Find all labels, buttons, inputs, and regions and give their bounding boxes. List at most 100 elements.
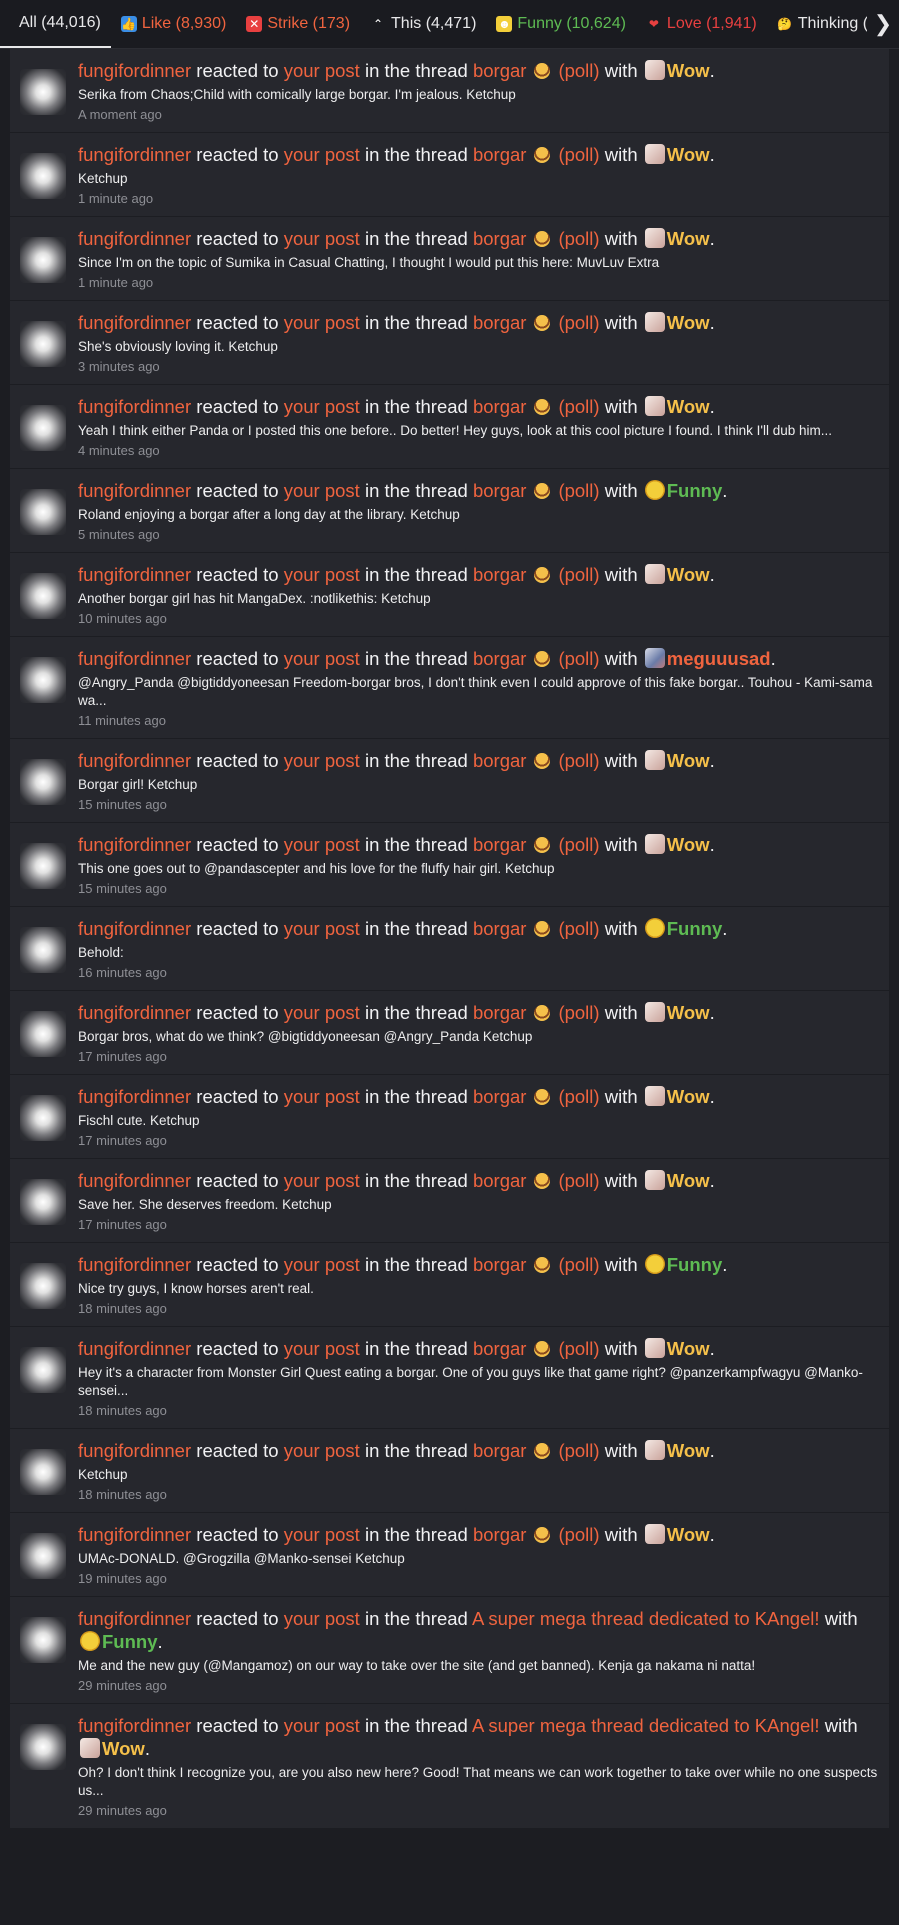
user-link[interactable]: fungifordinner (78, 834, 191, 855)
notification-item[interactable]: fungifordinner reacted to your post in t… (10, 823, 889, 907)
user-link[interactable]: fungifordinner (78, 144, 191, 165)
your-post-link[interactable]: your post (284, 396, 360, 417)
avatar[interactable] (20, 1263, 66, 1309)
poll-tag[interactable]: (poll) (558, 228, 599, 249)
avatar[interactable] (20, 1449, 66, 1495)
poll-tag[interactable]: (poll) (558, 564, 599, 585)
thread-link[interactable]: borgar (473, 648, 526, 669)
thread-link[interactable]: borgar (473, 1002, 526, 1023)
thread-link[interactable]: borgar (473, 228, 526, 249)
your-post-link[interactable]: your post (284, 480, 360, 501)
tabs-scroll-right-icon[interactable]: ❯ (867, 0, 899, 48)
your-post-link[interactable]: your post (284, 1608, 360, 1629)
tab-2[interactable]: ✕ Strike (173) (236, 0, 360, 48)
user-link[interactable]: fungifordinner (78, 564, 191, 585)
notification-item[interactable]: fungifordinner reacted to your post in t… (10, 217, 889, 301)
user-link[interactable]: fungifordinner (78, 648, 191, 669)
user-link[interactable]: fungifordinner (78, 918, 191, 939)
avatar[interactable] (20, 1179, 66, 1225)
poll-tag[interactable]: (poll) (558, 1170, 599, 1191)
your-post-link[interactable]: your post (284, 144, 360, 165)
notification-item[interactable]: fungifordinner reacted to your post in t… (10, 1597, 889, 1704)
thread-link[interactable]: borgar (473, 396, 526, 417)
notification-item[interactable]: fungifordinner reacted to your post in t… (10, 553, 889, 637)
notification-item[interactable]: fungifordinner reacted to your post in t… (10, 1243, 889, 1327)
thread-link[interactable]: borgar (473, 918, 526, 939)
your-post-link[interactable]: your post (284, 750, 360, 771)
tab-3[interactable]: ⌃ This (4,471) (360, 0, 486, 48)
avatar[interactable] (20, 69, 66, 115)
user-link[interactable]: fungifordinner (78, 1715, 191, 1736)
avatar[interactable] (20, 489, 66, 535)
poll-tag[interactable]: (poll) (558, 396, 599, 417)
your-post-link[interactable]: your post (284, 1440, 360, 1461)
avatar[interactable] (20, 405, 66, 451)
avatar[interactable] (20, 843, 66, 889)
poll-tag[interactable]: (poll) (558, 144, 599, 165)
user-link[interactable]: fungifordinner (78, 1440, 191, 1461)
thread-link[interactable]: borgar (473, 1170, 526, 1191)
avatar[interactable] (20, 573, 66, 619)
poll-tag[interactable]: (poll) (558, 1002, 599, 1023)
avatar[interactable] (20, 1724, 66, 1770)
thread-link[interactable]: borgar (473, 144, 526, 165)
notification-item[interactable]: fungifordinner reacted to your post in t… (10, 49, 889, 133)
thread-link[interactable]: borgar (473, 60, 526, 81)
your-post-link[interactable]: your post (284, 564, 360, 585)
your-post-link[interactable]: your post (284, 1170, 360, 1191)
thread-link[interactable]: A super mega thread dedicated to KAngel! (472, 1715, 820, 1736)
avatar[interactable] (20, 321, 66, 367)
user-link[interactable]: fungifordinner (78, 396, 191, 417)
your-post-link[interactable]: your post (284, 918, 360, 939)
avatar[interactable] (20, 1617, 66, 1663)
poll-tag[interactable]: (poll) (558, 1440, 599, 1461)
notification-item[interactable]: fungifordinner reacted to your post in t… (10, 1075, 889, 1159)
notification-item[interactable]: fungifordinner reacted to your post in t… (10, 1159, 889, 1243)
avatar[interactable] (20, 1095, 66, 1141)
notification-item[interactable]: fungifordinner reacted to your post in t… (10, 301, 889, 385)
poll-tag[interactable]: (poll) (558, 918, 599, 939)
your-post-link[interactable]: your post (284, 228, 360, 249)
thread-link[interactable]: borgar (473, 750, 526, 771)
tab-1[interactable]: 👍 Like (8,930) (111, 0, 237, 48)
tab-0[interactable]: All (44,016) (0, 0, 111, 48)
notification-item[interactable]: fungifordinner reacted to your post in t… (10, 991, 889, 1075)
thread-link[interactable]: borgar (473, 1254, 526, 1275)
thread-link[interactable]: borgar (473, 834, 526, 855)
avatar[interactable] (20, 237, 66, 283)
notification-item[interactable]: fungifordinner reacted to your post in t… (10, 1429, 889, 1513)
thread-link[interactable]: borgar (473, 1524, 526, 1545)
avatar[interactable] (20, 1347, 66, 1393)
thread-link[interactable]: borgar (473, 480, 526, 501)
your-post-link[interactable]: your post (284, 1715, 360, 1736)
user-link[interactable]: fungifordinner (78, 1338, 191, 1359)
tab-5[interactable]: ❤ Love (1,941) (636, 0, 767, 48)
tab-4[interactable]: ☻ Funny (10,624) (486, 0, 636, 48)
user-link[interactable]: fungifordinner (78, 480, 191, 501)
poll-tag[interactable]: (poll) (558, 1338, 599, 1359)
user-link[interactable]: fungifordinner (78, 1524, 191, 1545)
thread-link[interactable]: borgar (473, 1338, 526, 1359)
user-link[interactable]: fungifordinner (78, 228, 191, 249)
your-post-link[interactable]: your post (284, 1002, 360, 1023)
poll-tag[interactable]: (poll) (558, 750, 599, 771)
avatar[interactable] (20, 153, 66, 199)
notification-item[interactable]: fungifordinner reacted to your post in t… (10, 1704, 889, 1829)
poll-tag[interactable]: (poll) (558, 312, 599, 333)
avatar[interactable] (20, 1533, 66, 1579)
thread-link[interactable]: borgar (473, 1440, 526, 1461)
user-link[interactable]: fungifordinner (78, 750, 191, 771)
avatar[interactable] (20, 1011, 66, 1057)
notification-item[interactable]: fungifordinner reacted to your post in t… (10, 133, 889, 217)
your-post-link[interactable]: your post (284, 1254, 360, 1275)
user-link[interactable]: fungifordinner (78, 60, 191, 81)
thread-link[interactable]: A super mega thread dedicated to KAngel! (472, 1608, 820, 1629)
user-link[interactable]: fungifordinner (78, 1002, 191, 1023)
poll-tag[interactable]: (poll) (558, 1524, 599, 1545)
your-post-link[interactable]: your post (284, 648, 360, 669)
user-link[interactable]: fungifordinner (78, 1086, 191, 1107)
thread-link[interactable]: borgar (473, 312, 526, 333)
thread-link[interactable]: borgar (473, 1086, 526, 1107)
poll-tag[interactable]: (poll) (558, 60, 599, 81)
poll-tag[interactable]: (poll) (558, 648, 599, 669)
